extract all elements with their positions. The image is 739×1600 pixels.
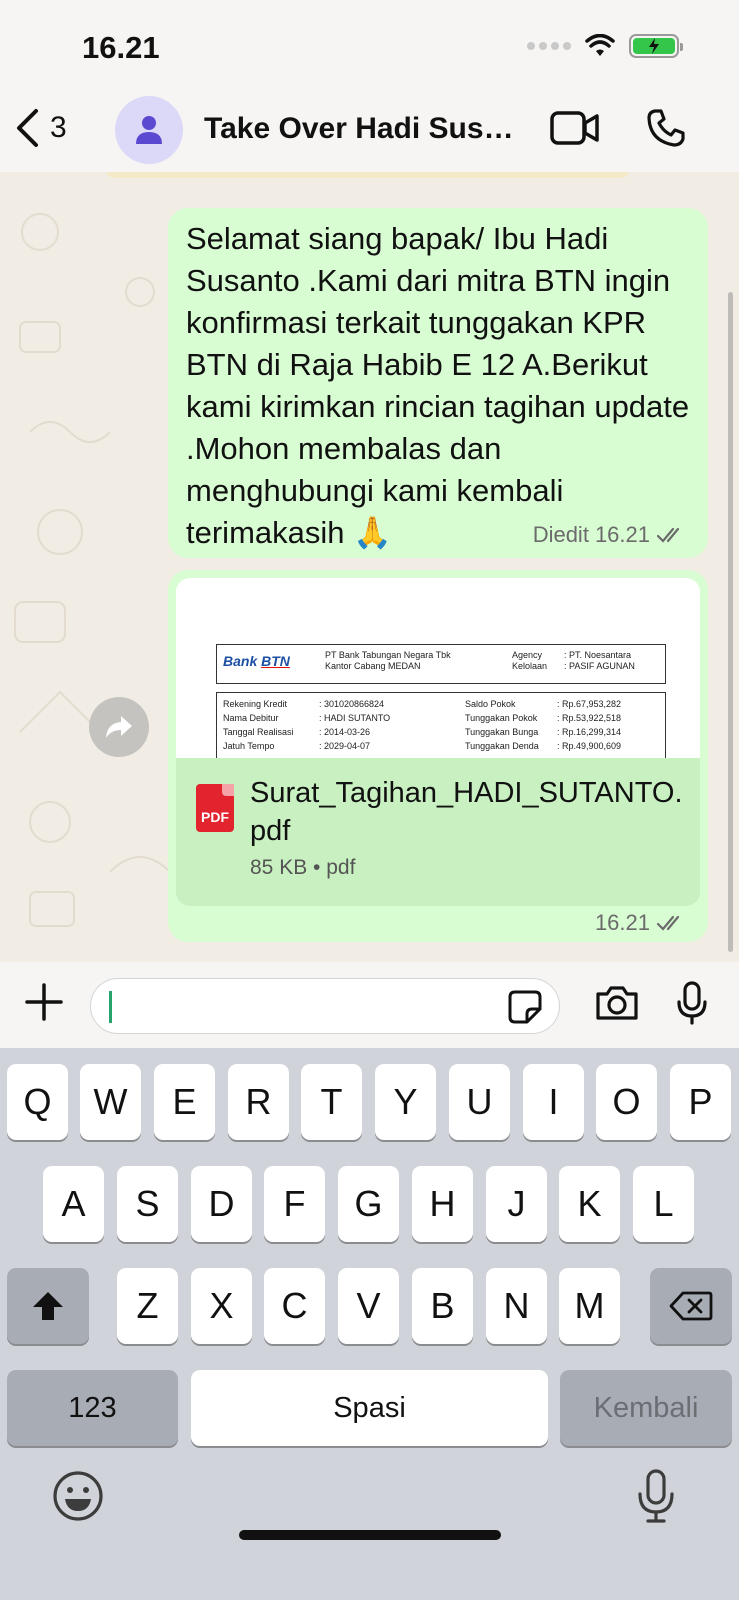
- read-receipt-icon: [656, 527, 680, 543]
- key-b[interactable]: B: [412, 1268, 473, 1344]
- status-time: 16.21: [82, 30, 160, 65]
- key-z[interactable]: Z: [117, 1268, 178, 1344]
- video-call-button[interactable]: [550, 110, 600, 151]
- outgoing-message[interactable]: Selamat siang bapak/ Ibu Hadi Susanto .K…: [168, 208, 708, 558]
- forward-button[interactable]: [89, 697, 149, 757]
- key-n[interactable]: N: [486, 1268, 547, 1344]
- chat-area[interactable]: Selamat siang bapak/ Ibu Hadi Susanto .K…: [0, 172, 739, 962]
- attach-button[interactable]: [24, 982, 64, 1027]
- message-time: 16.21: [594, 522, 650, 547]
- plus-icon: [25, 983, 63, 1021]
- status-icons: [527, 34, 683, 58]
- document-file-info[interactable]: PDF Surat_Tagihan_HADI_SUTANTO.pdf 85 KB…: [176, 758, 700, 906]
- key-w[interactable]: W: [80, 1064, 141, 1140]
- sticker-icon: [508, 990, 542, 1024]
- shift-key[interactable]: [7, 1268, 89, 1344]
- read-receipt-icon: [656, 915, 680, 931]
- key-c[interactable]: C: [264, 1268, 325, 1344]
- key-g[interactable]: G: [338, 1166, 399, 1242]
- forward-arrow-icon: [106, 716, 132, 738]
- file-name: Surat_Tagihan_HADI_SUTANTO.pdf: [250, 777, 683, 847]
- scrollbar[interactable]: [728, 292, 733, 952]
- key-p[interactable]: P: [670, 1064, 731, 1140]
- key-r[interactable]: R: [228, 1064, 289, 1140]
- key-q[interactable]: Q: [7, 1064, 68, 1140]
- key-a[interactable]: A: [43, 1166, 104, 1242]
- camera-button[interactable]: [594, 984, 640, 1027]
- key-s[interactable]: S: [117, 1166, 178, 1242]
- pdf-file-icon: PDF: [196, 784, 234, 832]
- return-key[interactable]: Kembali: [560, 1370, 732, 1446]
- key-d[interactable]: D: [191, 1166, 252, 1242]
- key-j[interactable]: J: [486, 1166, 547, 1242]
- key-y[interactable]: Y: [375, 1064, 436, 1140]
- key-e[interactable]: E: [154, 1064, 215, 1140]
- voice-message-button[interactable]: [676, 980, 708, 1031]
- chat-title[interactable]: Take Over Hadi Susa...: [204, 112, 524, 146]
- key-i[interactable]: I: [523, 1064, 584, 1140]
- message-input-bar: [0, 962, 739, 1048]
- unread-count: 3: [50, 111, 67, 144]
- backspace-icon: [669, 1291, 713, 1321]
- voice-call-button[interactable]: [646, 108, 686, 153]
- camera-icon: [596, 986, 638, 1020]
- numbers-key[interactable]: 123: [7, 1370, 178, 1446]
- outgoing-document-message[interactable]: Bank BTN PT Bank Tabungan Negara Tbk Kan…: [168, 570, 708, 942]
- document-row: Rekening Kredit: 301020866824 Saldo Pokok…: [223, 699, 622, 709]
- backspace-key[interactable]: [650, 1268, 732, 1344]
- bank-logo: Bank BTN: [223, 653, 290, 669]
- document-preview[interactable]: Bank BTN PT Bank Tabungan Negara Tbk Kan…: [176, 578, 700, 758]
- back-button[interactable]: 3: [14, 108, 67, 148]
- emoji-keyboard-button[interactable]: [52, 1470, 104, 1527]
- emoji-icon: [53, 1471, 103, 1521]
- key-f[interactable]: F: [264, 1166, 325, 1242]
- file-info: 85 KB • pdf: [250, 856, 356, 879]
- text-caret: [109, 991, 112, 1023]
- previous-message-edge: [105, 172, 630, 178]
- video-call-icon: [550, 111, 599, 145]
- agency-info: Agency: PT. Noesantara Kelolaan: PASIF A…: [512, 650, 635, 671]
- document-row: Jatuh Tempo: 2029-04-07 Tunggakan Denda: …: [223, 741, 622, 751]
- contact-avatar-icon: [136, 116, 162, 144]
- document-details-table: Rekening Kredit: 301020866824 Saldo Pokok…: [216, 692, 666, 758]
- microphone-icon: [677, 981, 707, 1025]
- message-time: 16.21: [594, 910, 650, 935]
- back-chevron-icon: [17, 109, 38, 147]
- key-k[interactable]: K: [559, 1166, 620, 1242]
- signal-icon: [527, 42, 571, 50]
- dictation-microphone-icon: [638, 1469, 674, 1523]
- phone-call-icon: [647, 109, 685, 147]
- battery-icon: [629, 34, 683, 58]
- key-o[interactable]: O: [596, 1064, 657, 1140]
- key-u[interactable]: U: [449, 1064, 510, 1140]
- space-key[interactable]: Spasi: [191, 1370, 548, 1446]
- message-text: Selamat siang bapak/ Ibu Hadi Susanto .K…: [186, 221, 690, 550]
- shift-arrow-icon: [33, 1292, 63, 1320]
- dictation-button[interactable]: [636, 1468, 676, 1529]
- message-meta: Diedit 16.21: [533, 522, 686, 548]
- key-h[interactable]: H: [412, 1166, 473, 1242]
- message-meta: 16.21: [595, 910, 686, 936]
- message-input[interactable]: [90, 978, 560, 1034]
- sticker-button[interactable]: [507, 989, 543, 1030]
- key-v[interactable]: V: [338, 1268, 399, 1344]
- status-bar: 16.21: [0, 0, 739, 100]
- home-indicator[interactable]: [239, 1530, 501, 1540]
- avatar[interactable]: [115, 96, 183, 164]
- key-x[interactable]: X: [191, 1268, 252, 1344]
- document-header-box: Bank BTN PT Bank Tabungan Negara Tbk Kan…: [216, 644, 666, 684]
- bank-info: PT Bank Tabungan Negara Tbk Kantor Caban…: [325, 650, 451, 671]
- key-m[interactable]: M: [559, 1268, 620, 1344]
- wifi-icon: [585, 34, 615, 56]
- chat-header: 3 Take Over Hadi Susa...: [0, 90, 739, 172]
- document-row: Nama Debitur: HADI SUTANTO Tunggakan Poko…: [223, 713, 622, 723]
- key-t[interactable]: T: [301, 1064, 362, 1140]
- keyboard: Q W E R T Y U I O P A S D F G H J K L Z …: [0, 1048, 739, 1600]
- edited-label: Diedit: [532, 522, 589, 547]
- document-row: Tanggal Realisasi: 2014-03-26 Tunggakan B…: [223, 727, 622, 737]
- key-l[interactable]: L: [633, 1166, 694, 1242]
